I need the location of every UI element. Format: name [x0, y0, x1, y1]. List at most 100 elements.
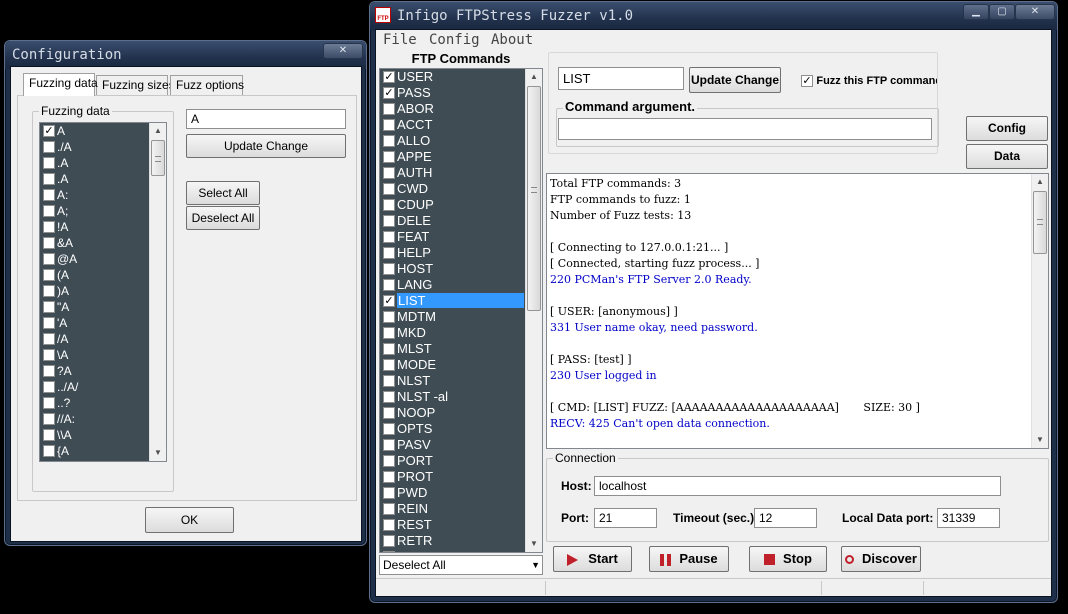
command-list-item[interactable]: MLST: [380, 341, 524, 357]
maximize-button[interactable]: ▢: [989, 4, 1015, 20]
command-list-item[interactable]: CDUP: [380, 197, 524, 213]
command-checkbox[interactable]: [383, 487, 395, 499]
command-checkbox[interactable]: [383, 215, 395, 227]
list-item-checkbox[interactable]: [43, 157, 55, 169]
list-item[interactable]: 'A: [40, 315, 149, 331]
timeout-input[interactable]: 12: [754, 508, 817, 528]
command-checkbox[interactable]: [383, 391, 395, 403]
command-list-item[interactable]: PASV: [380, 437, 524, 453]
command-checkbox[interactable]: [383, 519, 395, 531]
command-checkbox[interactable]: [383, 263, 395, 275]
deselect-all-button[interactable]: Deselect All: [186, 206, 260, 230]
command-checkbox[interactable]: [383, 135, 395, 147]
start-button[interactable]: Start: [553, 546, 632, 572]
command-list-item[interactable]: HELP: [380, 245, 524, 261]
command-list-item[interactable]: LANG: [380, 277, 524, 293]
list-item[interactable]: \A: [40, 347, 149, 363]
command-list-item[interactable]: ACCT: [380, 117, 524, 133]
scroll-thumb[interactable]: [151, 140, 165, 176]
list-item-checkbox[interactable]: [43, 205, 55, 217]
fuzzing-data-list[interactable]: {A \\A //A:..? ../A/ ?A \A/A 'A "A)A (A @A &A !A A; A…: [39, 122, 167, 462]
list-item-checkbox[interactable]: [43, 365, 55, 377]
list-item[interactable]: ..?: [40, 395, 149, 411]
command-list-item[interactable]: NLST: [380, 373, 524, 389]
command-list-item[interactable]: ALLO: [380, 133, 524, 149]
list-item-checkbox[interactable]: [43, 429, 55, 441]
command-list-item[interactable]: MDTM: [380, 309, 524, 325]
scroll-down-arrow-icon[interactable]: ▼: [150, 445, 166, 461]
command-checkbox[interactable]: [383, 439, 395, 451]
list-item-checkbox[interactable]: [43, 237, 55, 249]
ftp-commands-list[interactable]: RMDRETRRESTREINPWDPROTPORTPASVOPTSNOOPNL…: [379, 68, 543, 553]
list-item[interactable]: ../A/: [40, 379, 149, 395]
config-close-button[interactable]: ✕: [323, 43, 363, 59]
command-list-item[interactable]: RETR: [380, 533, 524, 549]
command-value-input[interactable]: LIST: [558, 67, 684, 90]
list-item[interactable]: ?A: [40, 363, 149, 379]
menu-about[interactable]: About: [491, 32, 533, 48]
ok-button[interactable]: OK: [145, 507, 234, 533]
tab-fuzzing-data[interactable]: Fuzzing data: [23, 73, 98, 96]
command-list-item[interactable]: REST: [380, 517, 524, 533]
command-checkbox[interactable]: [383, 455, 395, 467]
list-item[interactable]: (A: [40, 267, 149, 283]
command-checkbox[interactable]: [383, 183, 395, 195]
command-list-item[interactable]: MODE: [380, 357, 524, 373]
command-checkbox[interactable]: ✓: [383, 71, 395, 83]
command-checkbox[interactable]: ✓: [383, 87, 395, 99]
select-all-button[interactable]: Select All: [186, 181, 260, 205]
local-data-port-input[interactable]: 31339: [937, 508, 1000, 528]
config-button[interactable]: Config: [966, 116, 1048, 141]
scroll-down-arrow-icon[interactable]: ▼: [1032, 432, 1048, 448]
ftp-commands-scrollbar[interactable]: ▲ ▼: [525, 69, 542, 552]
scroll-down-arrow-icon[interactable]: ▼: [526, 536, 542, 552]
command-checkbox[interactable]: [383, 311, 395, 323]
command-checkbox[interactable]: [383, 535, 395, 547]
update-change-button[interactable]: Update Change: [689, 67, 781, 93]
chevron-down-icon[interactable]: ▼: [531, 556, 540, 574]
command-checkbox[interactable]: [383, 551, 395, 552]
scroll-thumb[interactable]: [1033, 191, 1047, 254]
command-checkbox[interactable]: [383, 375, 395, 387]
deselect-all-combo[interactable]: Deselect All ▼: [379, 555, 543, 575]
scroll-up-arrow-icon[interactable]: ▲: [526, 69, 542, 85]
list-item-checkbox[interactable]: [43, 445, 55, 457]
command-list-item[interactable]: PWD: [380, 485, 524, 501]
command-checkbox[interactable]: [383, 151, 395, 163]
stop-button[interactable]: Stop: [749, 546, 827, 572]
list-item-checkbox[interactable]: [43, 269, 55, 281]
config-titlebar[interactable]: Configuration ✕: [5, 41, 366, 69]
command-checkbox[interactable]: [383, 119, 395, 131]
minimize-button[interactable]: ▁: [963, 4, 989, 20]
list-item[interactable]: {A: [40, 443, 149, 459]
data-button[interactable]: Data: [966, 144, 1048, 169]
list-item-checkbox[interactable]: [43, 285, 55, 297]
command-list-item[interactable]: NOOP: [380, 405, 524, 421]
command-list-item[interactable]: FEAT: [380, 229, 524, 245]
command-list-item[interactable]: PROT: [380, 469, 524, 485]
main-titlebar[interactable]: FTP Infigo FTPStress Fuzzer v1.0 ▁ ▢ ✕: [370, 2, 1057, 30]
command-list-item[interactable]: ✓ LIST: [380, 293, 524, 309]
command-checkbox[interactable]: [383, 423, 395, 435]
tab-fuzz-options[interactable]: Fuzz options: [170, 75, 244, 95]
command-list-item[interactable]: ABOR: [380, 101, 524, 117]
menu-config[interactable]: Config: [429, 32, 480, 48]
command-checkbox[interactable]: [383, 503, 395, 515]
list-item[interactable]: &A: [40, 235, 149, 251]
command-list-item[interactable]: ✓ USER: [380, 69, 524, 85]
fuzz-checkbox-mark[interactable]: ✓: [801, 74, 813, 87]
command-checkbox[interactable]: ✓: [383, 295, 395, 307]
list-item[interactable]: ./A: [40, 139, 149, 155]
list-item-checkbox[interactable]: [43, 301, 55, 313]
scroll-up-arrow-icon[interactable]: ▲: [150, 123, 166, 139]
command-list-item[interactable]: RMD: [380, 549, 524, 552]
command-checkbox[interactable]: [383, 279, 395, 291]
tab-fuzzing-sizes[interactable]: Fuzzing sizes: [96, 75, 175, 95]
list-item[interactable]: .A: [40, 155, 149, 171]
command-list-item[interactable]: ✓ PASS: [380, 85, 524, 101]
list-item[interactable]: @A: [40, 251, 149, 267]
command-list-item[interactable]: OPTS: [380, 421, 524, 437]
scroll-thumb[interactable]: [527, 86, 541, 311]
command-checkbox[interactable]: [383, 327, 395, 339]
scroll-up-arrow-icon[interactable]: ▲: [1032, 174, 1048, 190]
